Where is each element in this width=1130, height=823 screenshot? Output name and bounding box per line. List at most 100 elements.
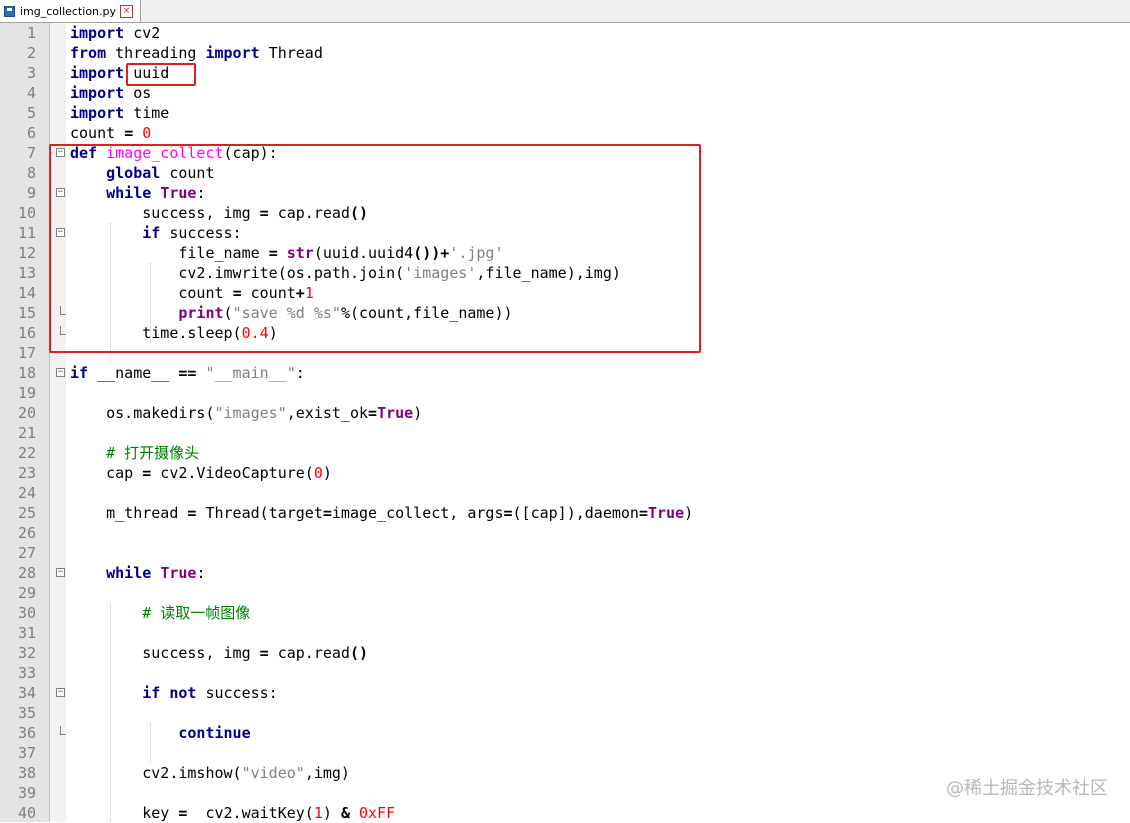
code-token: : [295,364,305,382]
code-text: cap = cv2.VideoCapture(0) [70,463,332,483]
line-number: 9 [26,184,36,202]
code-text: m_thread = Thread(target=image_collect, … [70,503,693,523]
code-token: os.makedirs( [70,404,215,422]
code-line[interactable]: 6 count = 0 [0,123,1130,143]
line-number: 26 [17,524,36,542]
code-line[interactable]: 21 [0,423,1130,443]
code-text: os.makedirs("images",exist_ok=True) [70,403,422,423]
line-number: 8 [26,164,36,182]
code-token: success: [196,684,278,702]
code-text: while True: [70,563,205,583]
fold-toggle-icon[interactable]: − [56,688,65,697]
line-number: 23 [17,464,36,482]
code-token: "video" [241,764,305,782]
code-line[interactable]: 19 [0,383,1130,403]
code-token: time [124,104,170,122]
code-token: "__main__" [205,364,296,382]
line-number: 39 [17,784,36,802]
line-number: 28 [17,564,36,582]
code-token: continue [178,724,251,742]
code-line[interactable]: 2 from threading import Thread [0,43,1130,63]
code-token: ,img) [304,764,350,782]
line-number: 27 [17,544,36,562]
line-number: 15 [17,304,36,322]
line-number: 32 [17,644,36,662]
line-number: 2 [26,44,36,62]
code-token: ) [322,804,341,822]
code-line[interactable]: 5 import time [0,103,1130,123]
code-token: import [205,44,260,62]
code-token: # 读取一帧图像 [142,604,251,622]
code-line[interactable]: 32 success, img = cap.read() [0,643,1130,663]
code-token: cv2.VideoCapture( [151,464,314,482]
line-number: 38 [17,764,36,782]
fold-end-marker-icon [60,726,66,735]
code-text: key = cv2.waitKey(1) & 0xFF [70,803,395,823]
indent-guide [110,603,111,822]
code-line[interactable]: 22 # 打开摄像头 [0,443,1130,463]
code-token: while [106,564,152,582]
code-line[interactable]: 40 key = cv2.waitKey(1) & 0xFF [0,803,1130,823]
code-line[interactable]: 31 [0,623,1130,643]
line-number: 40 [17,804,36,822]
line-number: 11 [17,224,36,242]
code-line[interactable]: 35 [0,703,1130,723]
code-line[interactable]: 24 [0,483,1130,503]
close-tab-icon[interactable]: × [120,4,134,18]
line-number: 34 [17,684,36,702]
save-disk-icon [4,5,15,17]
code-token: if [142,684,161,702]
code-line[interactable]: 29 [0,583,1130,603]
code-line[interactable]: 28 − while True: [0,563,1130,583]
code-line[interactable]: 33 [0,663,1130,683]
code-line[interactable]: 20 os.makedirs("images",exist_ok=True) [0,403,1130,423]
code-token: 0 [142,124,152,142]
code-token: True [648,504,685,522]
code-token: 0 [313,464,323,482]
fold-toggle-icon[interactable]: − [56,368,65,377]
file-tab[interactable]: img_collection.py × [0,0,141,22]
code-line[interactable]: 1 import cv2 [0,23,1130,43]
code-token: = [638,504,648,522]
code-text: continue [70,723,251,743]
code-token: = [142,464,152,482]
code-token: import [70,64,125,82]
code-line[interactable]: 37 [0,743,1130,763]
line-number: 7 [26,144,36,162]
code-token: ([cap]),daemon [512,504,639,522]
code-token: 1 [313,804,323,822]
code-line[interactable]: 30 # 读取一帧图像 [0,603,1130,623]
fold-toggle-icon[interactable]: − [56,568,65,577]
code-line[interactable]: 25 m_thread = Thread(target=image_collec… [0,503,1130,523]
code-line[interactable]: 23 cap = cv2.VideoCapture(0) [0,463,1130,483]
line-number: 17 [17,344,36,362]
line-number: 25 [17,504,36,522]
line-number: 36 [17,724,36,742]
line-number: 14 [17,284,36,302]
line-number: 10 [17,204,36,222]
code-token: = [124,124,134,142]
line-number: 35 [17,704,36,722]
line-number: 24 [17,484,36,502]
line-number: 4 [26,84,36,102]
code-line[interactable]: 18 − if __name__ == "__main__": [0,363,1130,383]
code-token: True [377,404,414,422]
code-line[interactable]: 27 [0,543,1130,563]
code-text: # 打开摄像头 [70,443,199,463]
code-token: count [70,124,125,142]
code-line[interactable]: 4 import os [0,83,1130,103]
line-number: 13 [17,264,36,282]
line-number: 21 [17,424,36,442]
code-line[interactable]: 26 [0,523,1130,543]
code-editor[interactable]: 1 import cv2 2 from threading import Thread… [0,23,1130,822]
line-number: 37 [17,744,36,762]
code-text: success, img = cap.read() [70,643,368,663]
code-line[interactable]: 34 − if not success: [0,683,1130,703]
code-token: ) [322,464,332,482]
code-token: import [70,104,125,122]
code-text: import cv2 [70,23,160,43]
code-line[interactable]: 36 continue [0,723,1130,743]
